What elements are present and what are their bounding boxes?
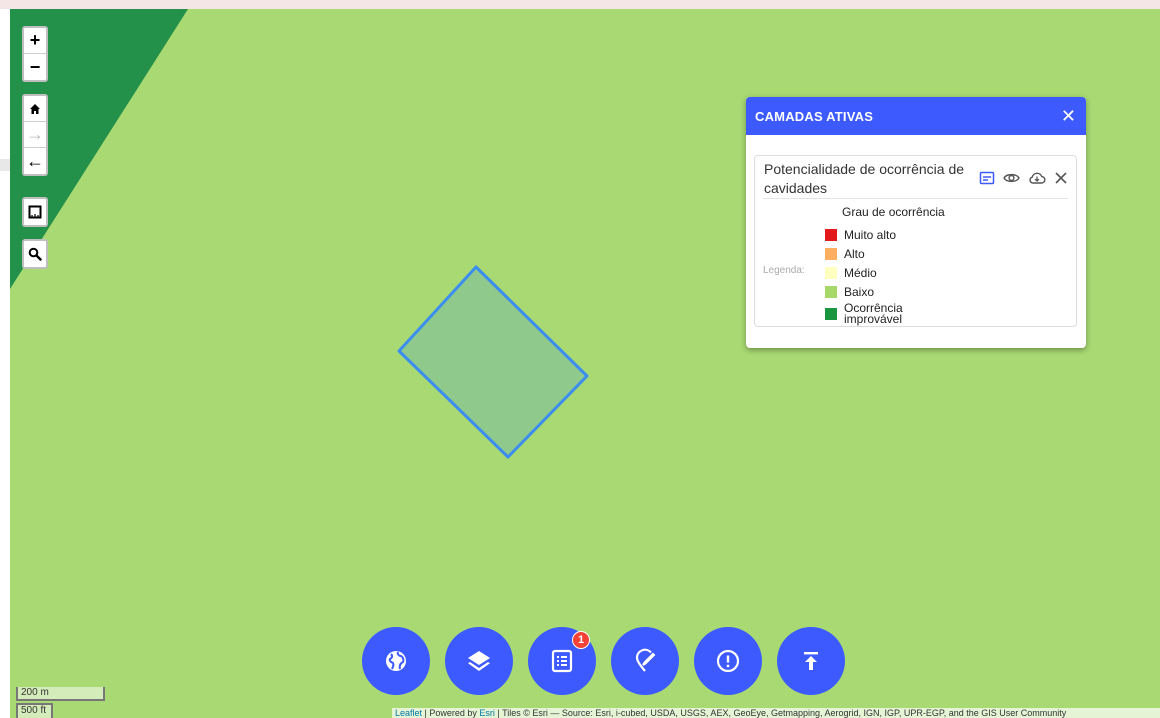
panel-header: CAMADAS ATIVAS ✕ — [746, 97, 1086, 135]
legend-item-label: Alto — [844, 246, 865, 261]
layer-divider — [763, 198, 1068, 199]
panel-title: CAMADAS ATIVAS — [755, 108, 874, 124]
search-control — [22, 239, 48, 269]
forward-button[interactable]: → — [24, 122, 46, 148]
active-layers-button[interactable]: 1 — [528, 627, 596, 695]
close-icon[interactable] — [1054, 171, 1068, 185]
esri-link[interactable]: Esri — [479, 708, 495, 718]
notification-badge: 1 — [572, 631, 590, 649]
eye-icon[interactable] — [1003, 170, 1020, 186]
home-icon — [30, 103, 40, 114]
search-icon — [28, 247, 42, 261]
layers-icon — [468, 651, 490, 671]
ruler-icon — [28, 205, 42, 219]
active-layers-panel: CAMADAS ATIVAS ✕ Potencialidade de ocorr… — [746, 97, 1086, 348]
legend-swatch — [825, 308, 837, 320]
search-button[interactable] — [24, 241, 46, 267]
legend-title: Grau de ocorrência — [842, 205, 945, 219]
action-bar: 1 — [362, 627, 845, 695]
leaflet-link[interactable]: Leaflet — [395, 708, 422, 718]
upload-button[interactable] — [777, 627, 845, 695]
legend-item-label: Ocorrência improvável — [844, 301, 903, 326]
legend-label: Legenda: — [763, 265, 805, 276]
legend-swatch — [825, 247, 837, 260]
legend-item-label: Médio — [844, 265, 877, 280]
scale-metric: 200 m — [16, 687, 105, 701]
attribution-bar: Leaflet | Powered by Esri | Tiles © Esri… — [392, 708, 1160, 718]
legend-item: Baixo — [825, 282, 924, 301]
legend-list: Muito alto Alto Médio Baixo Ocorrência i… — [825, 225, 924, 327]
measure-control — [22, 197, 48, 227]
layer-name: Potencialidade de ocorrência de cavidade… — [764, 161, 965, 196]
layer-actions — [979, 170, 1068, 186]
back-button[interactable]: ← — [24, 148, 46, 174]
legend-item: Muito alto — [825, 225, 924, 244]
layer-card: Potencialidade de ocorrência de cavidade… — [754, 155, 1077, 327]
legend-item: Alto — [825, 244, 924, 263]
attribution-text: | Tiles © Esri — Source: Esri, i-cubed, … — [494, 708, 1067, 718]
list-icon — [551, 649, 573, 673]
zoom-control: + − — [22, 26, 48, 82]
left-edge-tab — [0, 159, 10, 171]
home-button[interactable] — [24, 96, 46, 122]
edit-location-button[interactable] — [611, 627, 679, 695]
globe-icon — [386, 651, 406, 671]
cloud-download-icon[interactable] — [1028, 170, 1046, 186]
top-bar — [0, 0, 1160, 9]
legend-item-label: Muito alto — [844, 227, 897, 242]
zoom-in-button[interactable]: + — [24, 28, 46, 54]
measure-button[interactable] — [24, 199, 46, 225]
legend-swatch — [825, 285, 837, 298]
layers-button[interactable] — [445, 627, 513, 695]
drawn-area-polygon[interactable] — [397, 265, 589, 459]
attribution-powered: | Powered by — [422, 708, 480, 718]
legend-item: Médio — [825, 263, 924, 282]
pin-edit-icon — [635, 648, 656, 672]
zoom-out-button[interactable]: − — [24, 54, 46, 80]
legend-icon[interactable] — [979, 170, 995, 186]
left-edge-strip — [0, 9, 10, 718]
alert-button[interactable] — [694, 627, 762, 695]
basemap-button[interactable] — [362, 627, 430, 695]
legend-item-label: Baixo — [844, 284, 875, 299]
panel-close-button[interactable]: ✕ — [1061, 107, 1076, 125]
legend-item: Ocorrência improvável — [825, 301, 924, 327]
history-control: → ← — [22, 94, 48, 176]
legend-swatch — [825, 266, 837, 279]
alert-icon — [716, 649, 740, 673]
legend-swatch — [825, 228, 837, 241]
scale-imperial: 500 ft — [16, 703, 53, 718]
upload-icon — [804, 652, 818, 670]
